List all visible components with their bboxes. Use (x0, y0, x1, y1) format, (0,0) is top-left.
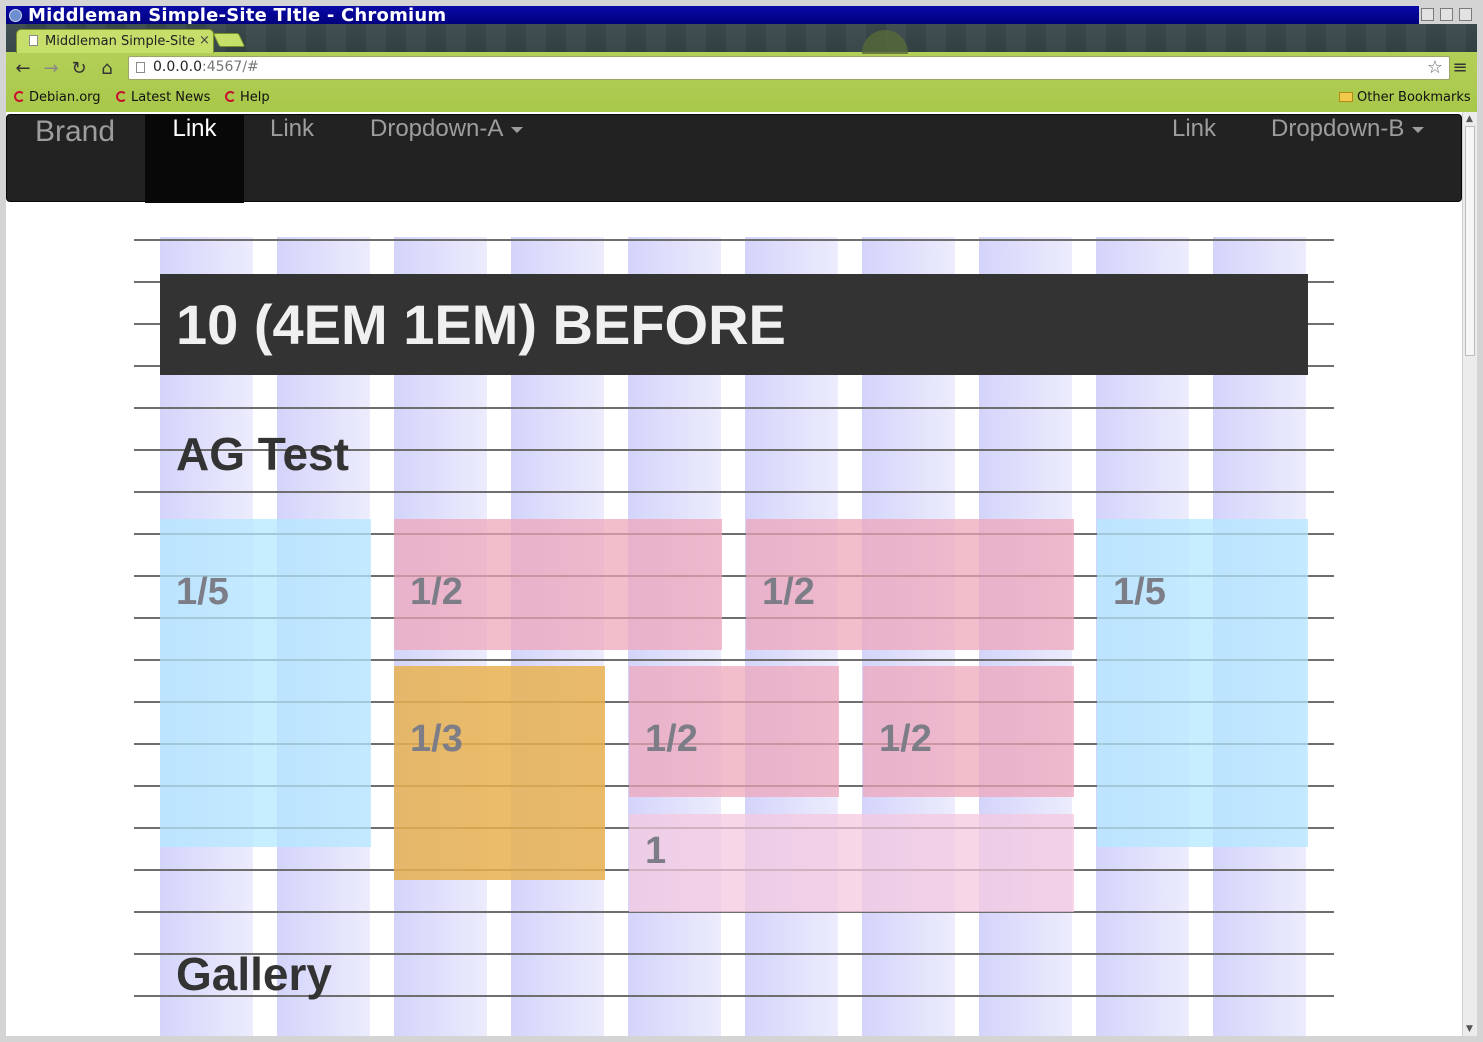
browser-chrome: Middleman Simple-Site × ← → ↻ ⌂ 0.0.0.0:… (6, 24, 1477, 112)
url-text[interactable]: 0.0.0.0:4567/# (153, 59, 259, 75)
forward-icon[interactable]: → (40, 58, 62, 80)
block-one-half-d: 1/2 (863, 666, 1074, 797)
block-one-fifth-left: 1/5 (160, 519, 371, 847)
tab-close-icon[interactable]: × (199, 33, 210, 48)
block-full: 1 (629, 814, 1074, 912)
bookmark-star-icon[interactable]: ☆ (1427, 57, 1443, 78)
baseline-rule (134, 407, 1334, 409)
nav-dropdown-a[interactable]: Dropdown-A (370, 115, 524, 203)
maximize-icon[interactable] (1440, 8, 1453, 21)
block-label: 1 (645, 830, 667, 872)
nav-link-active[interactable]: Link (145, 115, 244, 203)
block-one-half-a: 1/2 (394, 519, 722, 650)
page-scrollbar[interactable]: ▲ ▼ (1462, 112, 1477, 1036)
chrome-menu-icon[interactable]: ≡ (1450, 58, 1470, 78)
chromium-icon (9, 9, 22, 22)
browser-toolbar: ← → ↻ ⌂ 0.0.0.0:4567/# ☆ ≡ (6, 52, 1477, 86)
scrollbar-thumb[interactable] (1465, 126, 1475, 356)
grid-container: 10 (4EM 1EM) BEFORE AG Test 1/5 1/2 1/2 … (134, 237, 1334, 1036)
block-one-half-c: 1/2 (629, 666, 839, 797)
block-label: 1/2 (879, 718, 932, 760)
navbar-brand[interactable]: Brand (35, 115, 115, 203)
other-bookmarks[interactable]: Other Bookmarks (1339, 90, 1471, 105)
block-label: 1/2 (410, 571, 463, 613)
page-icon (29, 35, 38, 46)
debian-icon (225, 91, 236, 102)
baseline-rule (134, 239, 1334, 241)
block-label: 1/2 (762, 571, 815, 613)
bookmark-debian[interactable]: Debian.org (14, 90, 101, 105)
new-tab-button[interactable] (212, 33, 246, 47)
block-label: 1/5 (1113, 571, 1166, 613)
nav-link-right[interactable]: Link (1172, 115, 1216, 203)
reload-icon[interactable]: ↻ (68, 58, 90, 80)
block-one-third: 1/3 (394, 666, 605, 880)
back-icon[interactable]: ← (12, 58, 34, 80)
bookmark-help[interactable]: Help (225, 90, 270, 105)
baseline-rule (134, 491, 1334, 493)
bookmarks-bar: Debian.org Latest News Help Other Bookma… (6, 86, 1477, 112)
block-label: 1/3 (410, 718, 463, 760)
minimize-icon[interactable] (1421, 8, 1434, 21)
close-window-icon[interactable] (1459, 8, 1472, 21)
site-navbar: Brand Link Link Dropdown-A Link Dropdown… (6, 114, 1462, 203)
nav-link[interactable]: Link (270, 115, 314, 203)
android-theme-icon (854, 24, 916, 54)
address-bar[interactable]: 0.0.0.0:4567/# ☆ (128, 56, 1450, 80)
tab-strip: Middleman Simple-Site × (6, 24, 1477, 54)
scroll-up-icon[interactable]: ▲ (1466, 114, 1473, 124)
folder-icon (1339, 92, 1353, 102)
page-viewport: Brand Link Link Dropdown-A Link Dropdown… (6, 112, 1462, 1036)
debian-icon (14, 91, 25, 102)
caret-down-icon (511, 126, 524, 133)
block-label: 1/2 (645, 718, 698, 760)
section-heading-ag-test: AG Test (176, 428, 349, 480)
caret-down-icon (1412, 126, 1425, 133)
block-label: 1/5 (176, 571, 229, 613)
section-heading-gallery: Gallery (176, 948, 332, 1000)
block-one-fifth-right: 1/5 (1097, 519, 1308, 847)
page-icon (136, 62, 145, 73)
nav-dropdown-b[interactable]: Dropdown-B (1271, 115, 1425, 203)
home-icon[interactable]: ⌂ (96, 58, 118, 80)
page-banner-heading: 10 (4EM 1EM) BEFORE (160, 274, 1308, 375)
tab-title: Middleman Simple-Site (45, 34, 195, 49)
tab-middleman[interactable]: Middleman Simple-Site × (16, 29, 214, 53)
debian-icon (116, 91, 127, 102)
block-one-half-b: 1/2 (746, 519, 1074, 650)
bookmark-latest-news[interactable]: Latest News (116, 90, 210, 105)
scroll-down-icon[interactable]: ▼ (1466, 1024, 1473, 1034)
